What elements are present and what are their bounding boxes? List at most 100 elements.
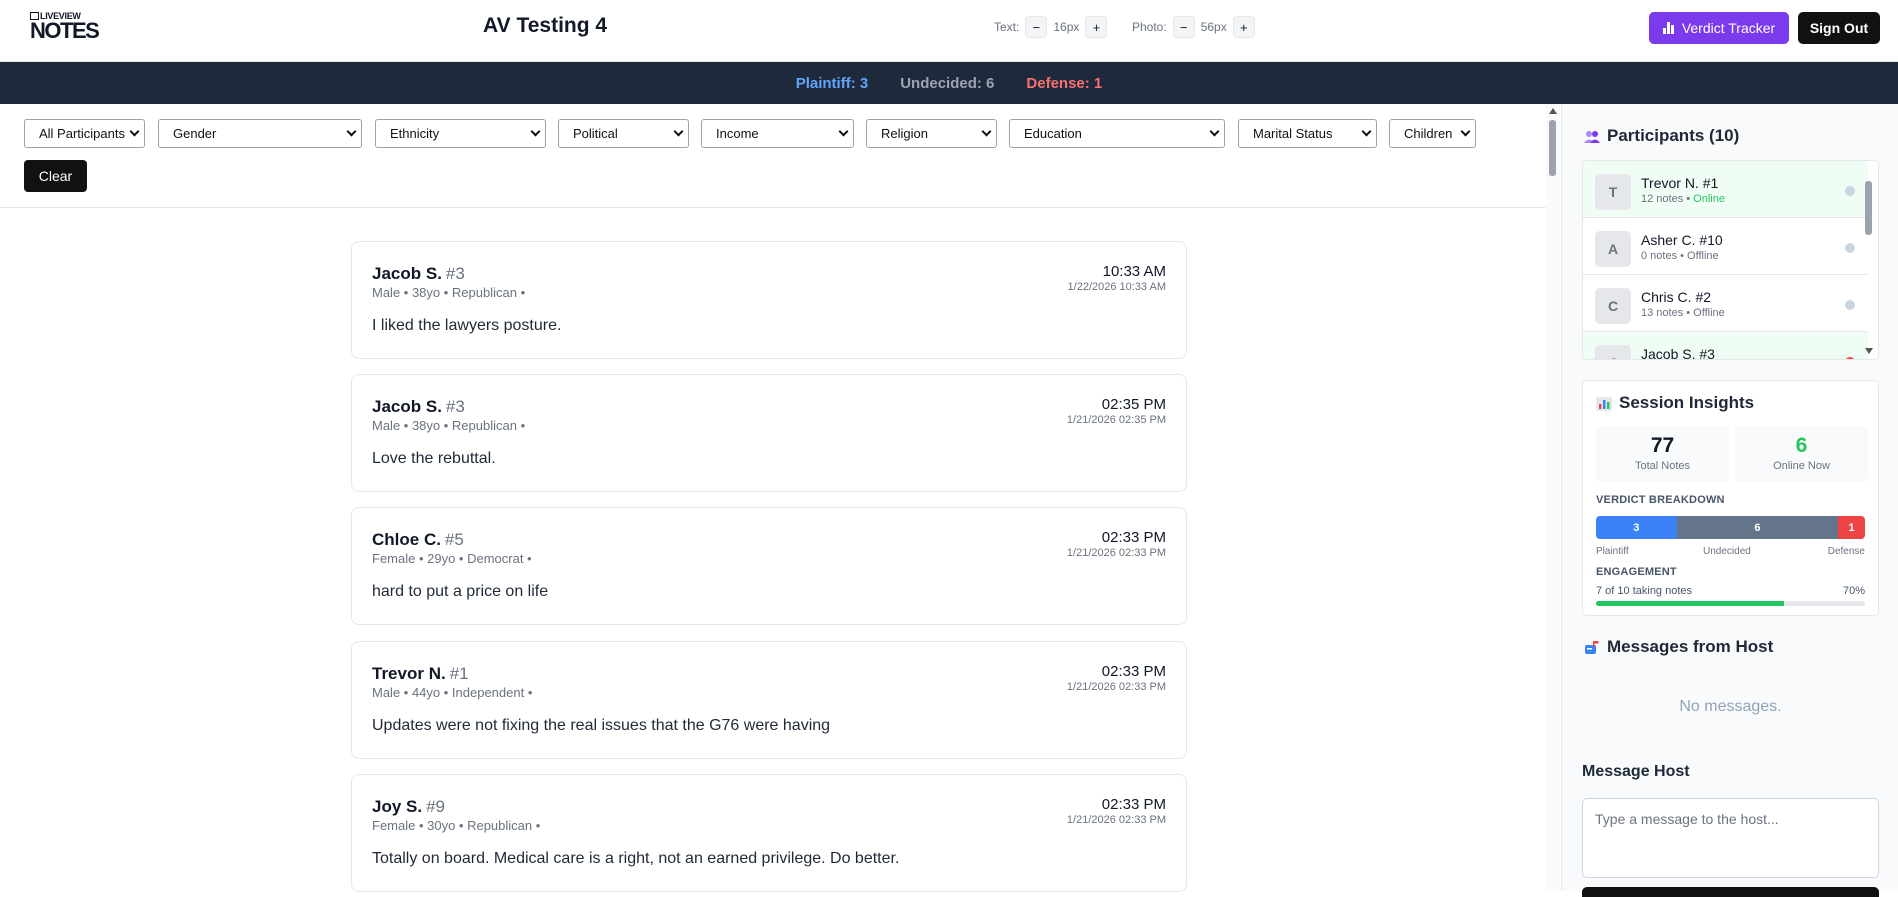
participant-status: 13 notes • Offline	[1641, 307, 1725, 319]
scroll-up-arrow-icon[interactable]	[1549, 108, 1557, 114]
political-filter[interactable]: Political	[558, 119, 689, 148]
photo-size-increase-button[interactable]: +	[1232, 16, 1255, 38]
send-message-button[interactable]	[1582, 887, 1879, 897]
income-filter[interactable]: Income	[701, 119, 854, 148]
avatar: C	[1595, 288, 1631, 324]
avatar: J	[1595, 345, 1631, 359]
main-scrollbar-thumb[interactable]	[1549, 120, 1556, 176]
scroll-down-arrow-icon[interactable]	[1865, 348, 1873, 354]
note-date: 1/21/2026 02:33 PM	[1066, 814, 1166, 826]
participant-row[interactable]: A Asher C. #10 0 notes • Offline	[1583, 218, 1868, 275]
religion-filter-value: Religion	[881, 126, 928, 141]
note-author-meta: Male • 38yo • Republican •	[372, 285, 526, 300]
note-author-meta: Male • 44yo • Independent •	[372, 685, 533, 700]
note-card: Joy S. #9 Female • 30yo • Republican • 02…	[351, 774, 1187, 892]
participants-title: Participants (10)	[1607, 126, 1740, 145]
chevron-down-icon	[346, 126, 357, 137]
participants-heading: Participants (10)	[1584, 126, 1739, 146]
undecided-segment: 6	[1676, 516, 1839, 539]
verdict-breakdown-bar: 3 6 1	[1596, 516, 1865, 539]
note-text: I liked the lawyers posture.	[372, 317, 562, 334]
political-filter-value: Political	[573, 126, 618, 141]
sidebar: Participants (10) T Trevor N. #1 12 note…	[1561, 104, 1898, 897]
note-date: 1/21/2026 02:33 PM	[1066, 547, 1166, 559]
participant-note-count: 13 notes •	[1641, 307, 1694, 319]
note-author: Joy S. #9	[372, 797, 445, 817]
note-author-number: #5	[444, 530, 464, 549]
note-author: Jacob S. #3	[372, 397, 465, 417]
participant-name: Chris C. #2	[1641, 289, 1712, 305]
education-filter-value: Education	[1024, 126, 1082, 141]
note-time: 02:33 PM	[1101, 663, 1166, 680]
verdict-tracker-button[interactable]: Verdict Tracker	[1649, 12, 1789, 44]
top-bar: LIVEVIEW NOTES AV Testing 4 Text: − 16px…	[0, 0, 1898, 62]
participants-filter[interactable]: All Participants	[24, 119, 145, 148]
text-size-label: Text:	[994, 20, 1020, 34]
undecided-legend: Undecided	[1703, 546, 1751, 557]
photo-size-value: 56px	[1200, 20, 1227, 34]
participant-row[interactable]: J Jacob S. #3	[1583, 332, 1868, 359]
participant-row[interactable]: T Trevor N. #1 12 notes • Online	[1583, 161, 1868, 218]
avatar: A	[1595, 231, 1631, 267]
chevron-down-icon	[981, 126, 992, 137]
engagement-progress	[1596, 601, 1865, 606]
note-date: 1/22/2026 10:33 AM	[1067, 281, 1166, 293]
note-author-name: Joy S.	[372, 797, 423, 816]
total-notes-value: 77	[1650, 434, 1675, 457]
total-notes-stat: 77 Total Notes	[1596, 426, 1729, 482]
participant-row[interactable]: C Chris C. #2 13 notes • Offline	[1583, 275, 1868, 332]
session-insights-heading: Session Insights	[1596, 393, 1754, 413]
note-author: Jacob S. #3	[372, 264, 465, 284]
status-dot	[1845, 357, 1855, 359]
children-filter[interactable]: Children	[1389, 119, 1476, 148]
message-host-label: Message Host	[1582, 763, 1690, 780]
ethnicity-filter[interactable]: Ethnicity	[375, 119, 546, 148]
note-author-name: Jacob S.	[372, 264, 442, 283]
children-filter-value: Children	[1404, 126, 1453, 141]
chevron-down-icon	[129, 126, 140, 137]
note-text: Totally on board. Medical care is a righ…	[372, 850, 900, 867]
participants-scrollbar-thumb[interactable]	[1865, 181, 1872, 235]
plaintiff-count: Plaintiff: 3	[795, 74, 869, 92]
note-text: hard to put a price on life	[372, 583, 549, 600]
offline-status: Offline	[1693, 307, 1725, 319]
education-filter[interactable]: Education	[1009, 119, 1225, 148]
main-scrollbar[interactable]	[1546, 104, 1560, 891]
offline-status: Offline	[1687, 250, 1719, 262]
session-insights-title: Session Insights	[1619, 393, 1755, 412]
participant-name: Asher C. #10	[1641, 232, 1723, 248]
notes-panel: All Participants Gender Ethnicity Politi…	[0, 104, 1546, 892]
chevron-down-icon	[530, 126, 541, 137]
note-author-name: Trevor N.	[372, 664, 446, 683]
message-host-input[interactable]	[1582, 798, 1879, 878]
messages-heading: Messages from Host	[1584, 637, 1773, 657]
gender-filter[interactable]: Gender	[158, 119, 362, 148]
participant-note-count: 0 notes •	[1641, 250, 1688, 262]
verdict-summary-bar: Plaintiff: 3 Undecided: 6 Defense: 1	[0, 62, 1898, 104]
note-card: Jacob S. #3 Male • 38yo • Republican • 02…	[351, 374, 1187, 492]
note-author-meta: Male • 38yo • Republican •	[372, 418, 526, 433]
note-text: Updates were not fixing the real issues …	[372, 717, 831, 734]
religion-filter[interactable]: Religion	[866, 119, 997, 148]
note-time: 02:33 PM	[1101, 796, 1166, 813]
online-now-stat: 6 Online Now	[1735, 426, 1868, 482]
participant-note-count: 12 notes •	[1641, 193, 1694, 205]
defense-count: Defense: 1	[1026, 74, 1103, 92]
marital-status-filter[interactable]: Marital Status	[1238, 119, 1377, 148]
participant-name: Trevor N. #1	[1641, 175, 1719, 191]
text-size-increase-button[interactable]: +	[1085, 16, 1108, 38]
sign-out-button[interactable]: Sign Out	[1798, 12, 1880, 44]
plaintiff-segment: 3	[1596, 516, 1677, 539]
text-size-decrease-button[interactable]: −	[1025, 16, 1048, 38]
photo-size-label: Photo:	[1132, 20, 1167, 34]
ethnicity-filter-value: Ethnicity	[390, 126, 440, 141]
note-author-meta: Female • 29yo • Democrat •	[372, 551, 532, 566]
note-author-name: Jacob S.	[372, 397, 442, 416]
gender-filter-value: Gender	[173, 126, 217, 141]
clear-filters-button[interactable]: Clear	[24, 160, 87, 192]
note-author-number: #3	[445, 264, 465, 283]
photo-size-decrease-button[interactable]: −	[1172, 16, 1195, 38]
verdict-tracker-label: Verdict Tracker	[1681, 20, 1776, 36]
logo-bottom-text: NOTES	[30, 18, 100, 43]
online-now-value: 6	[1795, 434, 1808, 457]
